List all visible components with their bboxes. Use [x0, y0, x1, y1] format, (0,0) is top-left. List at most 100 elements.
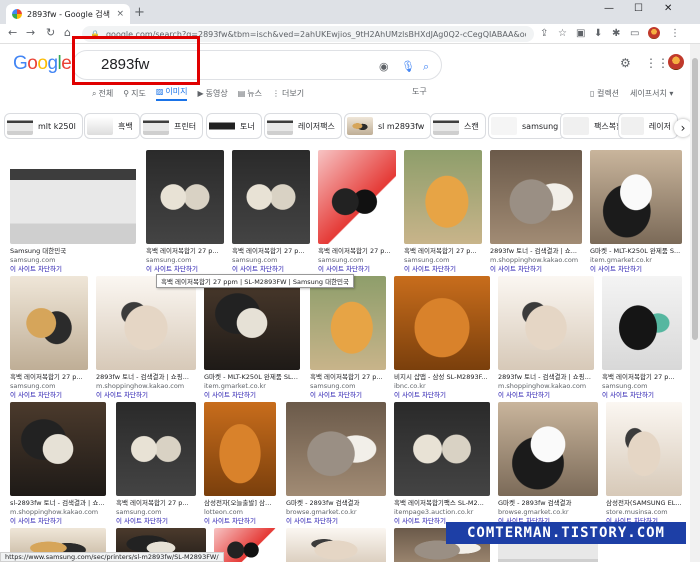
reload-icon[interactable]: ↻ [46, 26, 55, 39]
result-caption[interactable]: 흑백 레이저복합기 27 p... [318, 247, 396, 256]
image-result[interactable]: sl-2893fw 토너 - 검색결과 | 쇼핑하우 m.shoppinghow.… [10, 402, 106, 526]
result-thumbnail[interactable] [490, 150, 582, 244]
result-caption[interactable]: 비지시 샵맵 - 삼성 SL-M2893F... [394, 373, 490, 382]
home-icon[interactable]: ⌂ [64, 26, 71, 39]
result-caption[interactable]: 흑백 레이저복합기 27 p... [602, 373, 682, 382]
result-caption[interactable]: 흑백 레이저복합기 27 p... [404, 247, 482, 256]
chip[interactable]: 토너 [206, 113, 262, 139]
block-site-link[interactable]: 이 사이트 차단하기 [96, 391, 196, 400]
image-result[interactable]: G마켓 - 2893fw 검색결과 browse.gmarket.co.kr 이 사… [286, 402, 386, 526]
result-caption[interactable]: 삼성전자(SAMSUNG EL... [606, 499, 682, 508]
image-result[interactable]: 2893fw 토너 - 검색결과 | 쇼... m.shoppinghow.kak… [490, 150, 582, 274]
image-result[interactable]: 2893fw 토너 - 검색결과 | 쇼핑... m.shoppinghow.ka… [498, 276, 594, 400]
result-caption[interactable]: 2893fw 토너 - 검색결과 | 쇼... [490, 247, 582, 256]
block-site-link[interactable]: 이 사이트 차단하기 [310, 391, 386, 400]
chip[interactable]: 레이저팩스 [264, 113, 342, 139]
result-caption[interactable]: G마켓 - 2893fw 검색결과 [286, 499, 386, 508]
image-result[interactable]: 흑백 레이저복합기 27 p... samsung.com 이 사이트 차단하기 [318, 150, 396, 274]
block-site-link[interactable]: 이 사이트 차단하기 [204, 517, 276, 526]
image-result[interactable]: G마켓 - 2893fw 검색결과 browse.gmarket.co.kr 이 사… [498, 402, 598, 526]
block-site-link[interactable]: 이 사이트 차단하기 [10, 265, 136, 274]
result-thumbnail[interactable] [286, 402, 386, 496]
result-thumbnail[interactable] [498, 402, 598, 496]
result-caption[interactable]: 흑백 레이저복합기 27 p... [310, 373, 386, 382]
result-caption[interactable]: 흑백 레이저복합기 27 p... [116, 499, 196, 508]
result-thumbnail[interactable] [96, 276, 196, 370]
result-caption[interactable]: G마켓 - MLT-K250L 완제품 S... [590, 247, 682, 256]
block-site-link[interactable]: 이 사이트 차단하기 [404, 265, 482, 274]
image-result[interactable]: 흑백 레이저복합기 27 p... samsung.com 이 사이트 차단하기 [116, 402, 196, 526]
result-thumbnail[interactable] [286, 528, 386, 562]
image-result[interactable]: 흑백 레이저복합기 27 p... samsung.com 이 사이트 차단하기 [404, 150, 482, 274]
chip[interactable]: 흑백 [84, 113, 140, 139]
tab-all[interactable]: ⌕ 전체 [92, 88, 113, 99]
back-arrow-icon[interactable]: ← [8, 26, 17, 39]
image-result[interactable]: 비지시 샵맵 - 삼성 SL-M2893F... ibnc.co.kr 이 사이트 … [394, 276, 490, 400]
chip[interactable]: 레이저 [618, 113, 678, 139]
result-thumbnail[interactable] [10, 276, 88, 370]
image-result[interactable]: 삼성전자(SAMSUNG EL... store.musinsa.com 이 사이트… [606, 402, 682, 526]
result-caption[interactable]: 2893fw 토너 - 검색결과 | 쇼핑... [96, 373, 196, 382]
image-result[interactable]: 흑백 레이저복합기팩스 SL-M2... itempage3.auction.co… [394, 402, 490, 526]
image-result[interactable]: G마켓 - MLT-K250L 완제품 SL-... item.gmarket.c… [204, 276, 300, 400]
browser-tab[interactable]: 2893fw - Google 검색 × [6, 4, 130, 24]
chip[interactable]: sl m2893fw [344, 113, 432, 139]
result-thumbnail[interactable] [606, 402, 682, 496]
image-result[interactable]: G마켓 - MLT-K250L 완제품 S... item.gmarket.co.… [590, 150, 682, 274]
result-thumbnail[interactable] [310, 276, 386, 370]
result-thumbnail[interactable] [10, 402, 106, 496]
result-thumbnail[interactable] [394, 402, 490, 496]
tab-close-icon[interactable]: × [116, 9, 124, 19]
result-caption[interactable]: 흑백 레이저복합기 27 p... [232, 247, 310, 256]
result-caption[interactable]: sl-2893fw 토너 - 검색결과 | 쇼핑하우 [10, 499, 106, 508]
safesearch-button[interactable]: 세이프서치 ▾ [630, 88, 673, 99]
scrollbar-thumb[interactable] [692, 58, 698, 340]
extensions-puzzle-icon[interactable]: ✱ [612, 28, 620, 39]
result-thumbnail[interactable] [116, 402, 196, 496]
result-thumbnail[interactable] [10, 150, 136, 244]
result-thumbnail[interactable] [204, 276, 300, 370]
result-thumbnail[interactable] [204, 402, 276, 496]
close-window-button[interactable]: ✕ [664, 3, 672, 14]
result-thumbnail[interactable] [590, 150, 682, 244]
chip[interactable]: 스캔 [430, 113, 486, 139]
image-result[interactable]: Samsung 대한민국 samsung.com 이 사이트 차단하기 [10, 150, 136, 274]
result-thumbnail[interactable] [498, 276, 594, 370]
tab-more[interactable]: ⋮ 더보기 [272, 88, 304, 99]
block-site-link[interactable]: 이 사이트 차단하기 [602, 391, 682, 400]
block-site-link[interactable]: 이 사이트 차단하기 [498, 391, 594, 400]
block-site-link[interactable]: 이 사이트 차단하기 [232, 265, 310, 274]
camera-icon[interactable]: ◉ [379, 60, 389, 73]
image-result[interactable]: 2893fw 토너 - 검색결과 | 쇼핑... m.shoppinghow.ka… [96, 276, 196, 400]
tab-images[interactable]: ▨ 이미지 [155, 86, 188, 101]
collections-link[interactable]: ▯ 컬렉션 [590, 88, 619, 99]
microphone-icon[interactable]: 🎙 [401, 60, 415, 73]
block-site-link[interactable]: 이 사이트 차단하기 [10, 517, 106, 526]
tab-maps[interactable]: ⚲ 지도 [123, 88, 146, 99]
settings-gear-icon[interactable]: ⚙ [620, 56, 631, 70]
block-site-link[interactable]: 이 사이트 차단하기 [394, 391, 490, 400]
block-site-link[interactable]: 이 사이트 차단하기 [146, 265, 224, 274]
result-thumbnail[interactable] [602, 276, 682, 370]
image-result[interactable]: 흑백 레이저복합기 27 p... samsung.com 이 사이트 차단하기 [310, 276, 386, 400]
block-site-link[interactable]: 이 사이트 차단하기 [490, 265, 582, 274]
maximize-button[interactable]: ☐ [634, 3, 643, 14]
download-icon[interactable]: ⬇ [594, 28, 602, 39]
block-site-link[interactable]: 이 사이트 차단하기 [204, 391, 300, 400]
chrome-menu-icon[interactable]: ⋮ [670, 28, 680, 39]
apps-grid-icon[interactable]: ⋮⋮ [645, 56, 669, 70]
result-thumbnail[interactable] [232, 150, 310, 244]
chip[interactable]: 프린터 [140, 113, 204, 139]
result-caption[interactable]: Samsung 대한민국 [10, 247, 136, 256]
image-result[interactable]: 흑백 레이저복합기 27 p... samsung.com 이 사이트 차단하기 [146, 150, 224, 274]
bookmark-star-icon[interactable]: ☆ [558, 28, 567, 39]
image-result[interactable]: 흑백 레이저복합기 27 p... samsung.com 이 사이트 차단하기 [602, 276, 682, 400]
chip[interactable]: mlt k250l [4, 113, 83, 139]
block-site-link[interactable]: 이 사이트 차단하기 [10, 391, 88, 400]
result-caption[interactable]: 흑백 레이저복합기 27 p... [10, 373, 88, 382]
block-site-link[interactable]: 이 사이트 차단하기 [318, 265, 396, 274]
forward-arrow-icon[interactable]: → [26, 26, 35, 39]
result-thumbnail[interactable] [318, 150, 396, 244]
result-caption[interactable]: 흑백 레이저복합기팩스 SL-M2... [394, 499, 490, 508]
page-scrollbar[interactable] [690, 44, 700, 562]
